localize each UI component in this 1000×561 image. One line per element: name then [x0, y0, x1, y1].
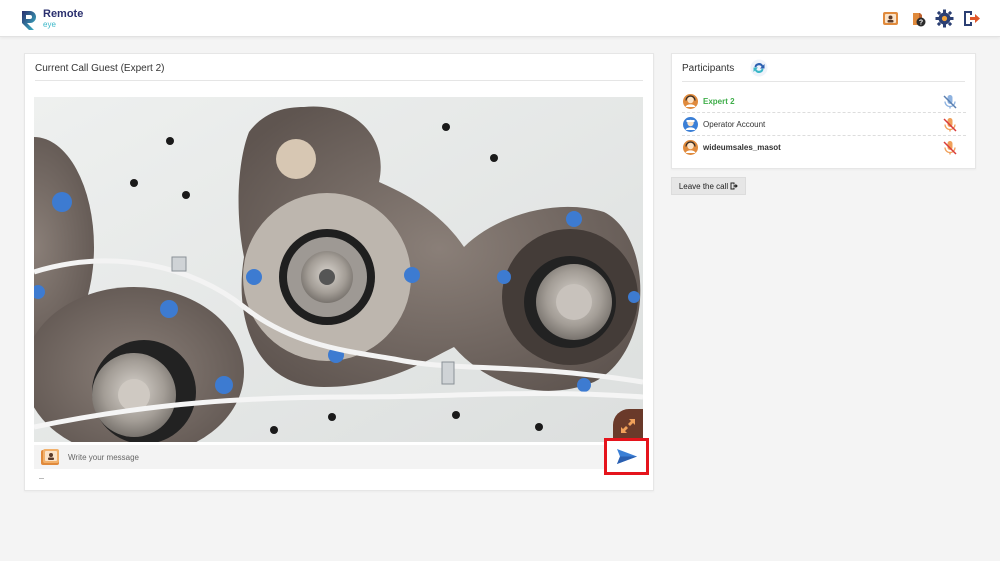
divider	[35, 80, 643, 81]
video-stream[interactable]	[34, 97, 643, 442]
participants-panel: Participants Expert 2 Operator Account w…	[671, 53, 976, 169]
settings-gear-icon[interactable]	[934, 8, 955, 29]
refresh-icon[interactable]	[750, 59, 768, 77]
send-arrow-icon	[616, 449, 637, 464]
logout-icon[interactable]	[961, 8, 982, 29]
logo-title: Remote	[43, 8, 84, 20]
participants-title: Participants	[682, 63, 735, 74]
participant-row[interactable]: Expert 2	[682, 90, 966, 113]
leave-call-label: Leave the call	[678, 181, 729, 191]
current-call-panel: Current Call Guest (Expert 2)	[24, 53, 654, 491]
participant-row[interactable]: Operator Account	[682, 113, 966, 136]
participant-avatar-icon	[683, 140, 698, 155]
participant-avatar-icon	[683, 94, 698, 109]
contact-card-icon[interactable]	[880, 8, 901, 29]
help-icon[interactable]: ?	[907, 8, 928, 29]
exit-icon	[730, 182, 738, 190]
participant-name: wideumsales_masot	[703, 143, 781, 152]
top-bar: Remote eye ?	[0, 0, 1000, 37]
header-actions: ?	[880, 8, 982, 29]
mic-muted-icon[interactable]	[942, 117, 958, 133]
app-logo[interactable]: Remote eye	[20, 9, 83, 31]
logo-mark-icon	[22, 11, 36, 30]
svg-text:?: ?	[919, 20, 923, 27]
chat-attachment-icon[interactable]	[40, 448, 60, 466]
participant-avatar-icon	[683, 117, 698, 132]
mic-muted-icon[interactable]	[942, 140, 958, 156]
logo-subtitle: eye	[43, 20, 56, 29]
mic-muted-icon[interactable]	[942, 94, 958, 110]
message-input[interactable]	[68, 445, 598, 469]
leave-call-button[interactable]: Leave the call	[671, 177, 746, 195]
call-title: Current Call Guest (Expert 2)	[35, 63, 165, 74]
expand-icon	[621, 418, 635, 433]
divider	[682, 81, 965, 82]
chat-bar	[34, 445, 604, 469]
participant-name: Expert 2	[703, 97, 735, 106]
participant-name: Operator Account	[703, 120, 766, 129]
send-message-button[interactable]	[604, 438, 649, 475]
divider	[39, 478, 44, 479]
participant-row[interactable]: wideumsales_masot	[682, 136, 966, 159]
